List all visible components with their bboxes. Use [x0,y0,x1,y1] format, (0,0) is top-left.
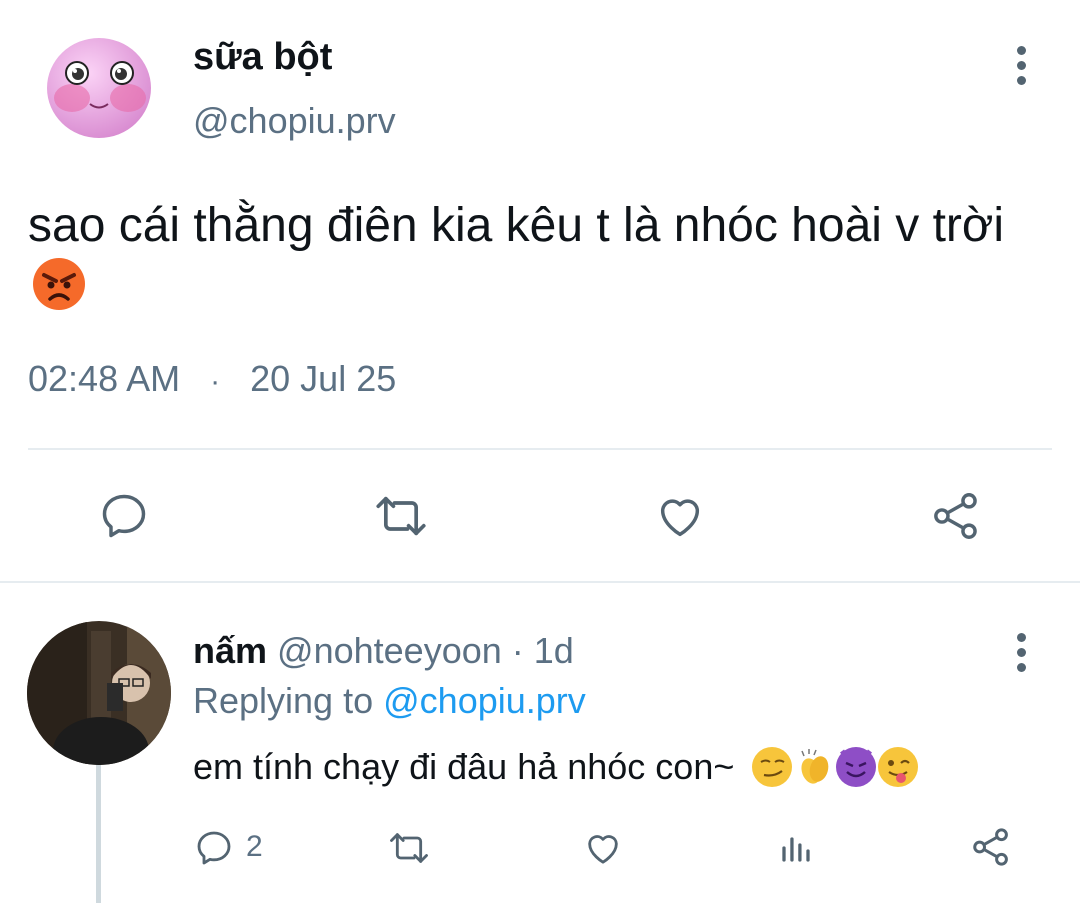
share-icon[interactable] [930,490,982,542]
reply-text-content: em tính chạy đi đâu hả nhóc con~ [193,746,735,787]
tweet-timestamp[interactable]: 02:48 AM · 20 Jul 25 [28,358,396,400]
author-name[interactable]: sữa bột [193,36,332,79]
author-handle[interactable]: @chopiu.prv [193,100,396,142]
tweet-date: 20 Jul 25 [250,358,397,399]
reply-comment-icon [194,828,234,868]
reply-author-handle[interactable]: @nohteeyoon [277,630,502,671]
reply-age: · 1d [511,630,574,671]
reply-retweet-icon[interactable] [386,828,432,868]
reply-thread-line [96,764,101,903]
reply-header: nấm @nohteeyoon · 1d [193,630,574,672]
reply-count: 2 [246,830,263,863]
reply-icon[interactable] [98,490,150,542]
divider-section [0,581,1080,583]
angry-face-icon [32,257,86,311]
clapping-hands-icon [794,747,834,787]
retweet-icon[interactable] [372,490,430,542]
author-avatar[interactable] [44,36,154,140]
timestamp-separator: · [210,365,221,398]
winking-tongue-face-icon [878,747,919,787]
tweet-text: sao cái thằng điên kia kêu t là nhóc hoà… [28,196,1078,256]
tweet-text-content: sao cái thằng điên kia kêu t là nhóc hoà… [28,199,1005,252]
reply-share-icon[interactable] [970,826,1012,868]
replying-to-label: Replying to [193,680,374,721]
reply-like-icon[interactable] [582,828,624,868]
more-options-icon[interactable] [1017,46,1027,91]
reply-author-avatar[interactable] [27,621,171,765]
reply-text: em tính chạy đi đâu hả nhóc con~ [193,746,919,788]
reply-more-options-icon[interactable] [1017,633,1027,678]
divider-top [28,448,1052,450]
reply-reply-button[interactable]: 2 [194,828,274,868]
replying-to: Replying to @chopiu.prv [193,680,586,722]
replying-to-link[interactable]: @chopiu.prv [383,680,586,721]
reply-author-name[interactable]: nấm [193,630,267,671]
tweet-time: 02:48 AM [28,358,181,399]
smirking-face-icon [752,747,793,787]
smiling-devil-icon [836,747,877,787]
like-icon[interactable] [654,490,706,542]
reply-analytics-icon[interactable] [778,828,814,868]
